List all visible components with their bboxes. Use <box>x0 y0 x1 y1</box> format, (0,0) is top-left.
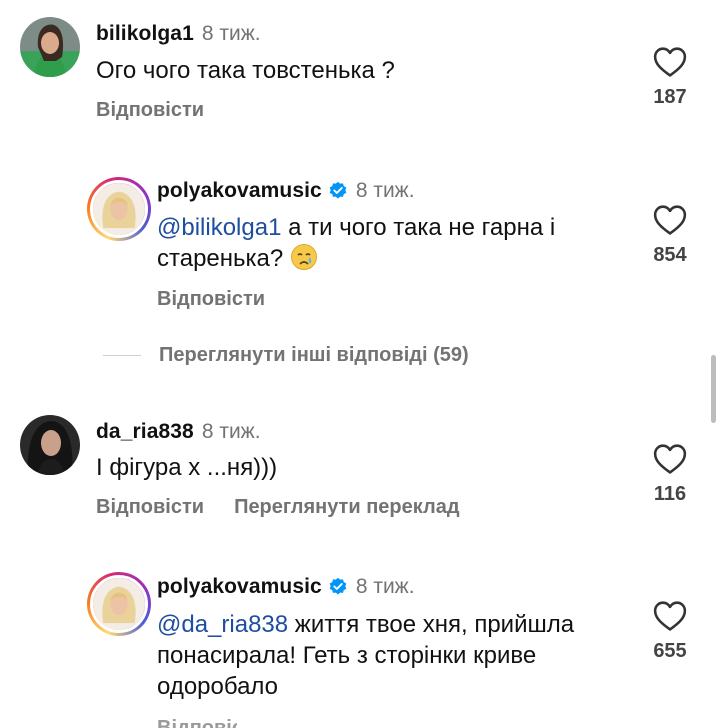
avatar[interactable] <box>87 572 151 636</box>
like-control: 116 <box>650 443 690 506</box>
avatar[interactable] <box>20 415 80 475</box>
view-more-replies-label: Переглянути інші відповіді (59) <box>159 344 469 366</box>
username[interactable]: polyakovamusic <box>157 179 322 203</box>
avatar[interactable] <box>20 17 80 77</box>
verified-badge-icon <box>328 181 348 201</box>
crying-face-emoji <box>290 243 318 271</box>
comment-text: @da_ria838 життя твое хня, прийшла понас… <box>157 611 575 700</box>
comment-text: @bilikolga1 а ти чого така не гарна і ст… <box>157 214 556 272</box>
reply-button[interactable]: Відповісти <box>96 99 204 122</box>
timestamp: 8 тиж. <box>355 575 415 598</box>
comment-text: І фігура х ...ня))) <box>96 454 278 481</box>
reply-button[interactable]: Відповісти <box>157 288 265 311</box>
username[interactable]: bilikolga1 <box>96 22 194 46</box>
comment-text: Ого чого така товстенька ? <box>96 57 395 84</box>
reply-button[interactable]: Відповісти <box>157 713 237 728</box>
like-control: 655 <box>650 600 690 663</box>
see-translation-button[interactable]: Переглянути переклад <box>234 496 459 519</box>
view-more-replies-button[interactable]: Переглянути інші відповіді (59) <box>103 344 469 367</box>
mention-link[interactable]: @da_ria838 <box>157 611 288 638</box>
timestamp: 8 тиж. <box>201 420 261 443</box>
heart-outline-icon[interactable] <box>650 600 690 632</box>
like-control: 854 <box>650 204 690 267</box>
timestamp: 8 тиж. <box>355 179 415 202</box>
timestamp: 8 тиж. <box>201 22 261 45</box>
like-count: 854 <box>653 244 687 266</box>
heart-outline-icon[interactable] <box>650 443 690 475</box>
scrollbar[interactable] <box>711 355 716 423</box>
like-count: 116 <box>653 483 687 505</box>
verified-badge-icon <box>328 577 348 597</box>
reply-button[interactable]: Відповісти <box>96 496 204 519</box>
divider <box>103 355 141 356</box>
username[interactable]: polyakovamusic <box>157 575 322 599</box>
like-control: 187 <box>650 46 690 109</box>
mention-link[interactable]: @bilikolga1 <box>157 214 281 241</box>
heart-outline-icon[interactable] <box>650 46 690 78</box>
heart-outline-icon[interactable] <box>650 204 690 236</box>
like-count: 187 <box>653 86 687 108</box>
like-count: 655 <box>653 640 687 662</box>
avatar[interactable] <box>87 177 151 241</box>
username[interactable]: da_ria838 <box>96 420 194 444</box>
